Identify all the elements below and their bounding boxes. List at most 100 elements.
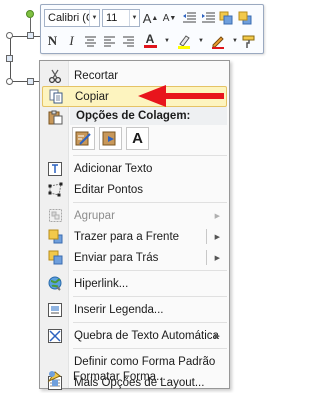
split-separator [206,250,207,265]
menu-label: Formatar Forma... [73,370,166,383]
mini-toolbar: Calibri (C ▼ 11 ▼ A▲ A▼ N I [40,4,264,54]
edit-points-icon [42,179,68,200]
menu-item-group[interactable]: Agrupar ▶ [42,205,227,226]
chevron-down-icon[interactable]: ▼ [163,32,171,50]
menu-separator [73,202,227,203]
chevron-down-icon[interactable]: ▼ [197,32,205,50]
align-left-icon [104,36,115,46]
menu-label: Copiar [75,90,109,103]
menu-separator [73,348,227,349]
font-color-swatch [143,45,157,48]
menu-item-bring-to-front[interactable]: Trazer para a Frente ▶ [42,226,227,247]
submenu-arrow-icon[interactable]: ▶ [215,254,220,262]
submenu-arrow-icon: ▶ [214,332,220,340]
menu-item-format-shape[interactable]: Formatar Forma... [41,366,227,387]
menu-label: Inserir Legenda... [74,303,164,316]
paste-options-header: Opções de Colagem: [70,107,227,125]
align-right-button[interactable] [120,32,137,50]
menu-item-cut[interactable]: Recortar [42,65,227,86]
scissors-icon [42,65,68,86]
bold-icon: N [47,33,58,48]
font-name-combo[interactable]: Calibri (C ▼ [44,9,100,27]
paste-keep-text-only-button[interactable]: A [126,127,149,150]
submenu-arrow-icon: ▶ [214,212,220,220]
clipboard-icon [42,107,68,127]
paste-options: A [72,127,149,150]
shrink-font-icon: A [162,12,170,24]
paste-keep-source-button[interactable] [99,127,122,150]
menu-separator [73,270,227,271]
font-name-value: Calibri (C [48,12,89,24]
paintbrush-icon [242,35,255,48]
split-separator [206,229,207,244]
menu-label: Recortar [74,69,119,82]
resize-handle[interactable] [27,32,34,39]
highlight-button[interactable] [173,32,195,50]
align-center-button[interactable] [82,32,99,50]
rotation-handle[interactable] [26,10,34,18]
menu-separator [73,155,227,156]
context-menu: Recortar Copiar Opções de Colagem: A Adi… [39,60,230,390]
chevron-down-icon[interactable]: ▼ [231,32,239,50]
copy-icon [43,86,69,107]
font-size-combo[interactable]: 11 ▼ [102,9,140,27]
resize-handle[interactable] [6,55,13,62]
paste-destination-theme-icon [75,131,91,146]
wrap-text-icon [42,325,68,346]
bring-to-front-icon [42,226,68,247]
menu-label: Enviar para Trás [74,251,159,264]
menu-item-wrap-text[interactable]: Quebra de Texto Automática ▶ [42,325,227,346]
menu-label: Adicionar Texto [74,162,153,175]
grow-font-button[interactable]: A ▲ [142,9,159,27]
format-shape-icon [41,366,67,387]
increase-indent-icon [201,12,215,23]
chevron-down-icon[interactable]: ▼ [89,10,99,26]
send-backward-button[interactable] [237,9,254,27]
grow-font-icon: A [142,10,152,26]
bring-forward-button[interactable] [218,9,235,27]
menu-item-edit-points[interactable]: Editar Pontos [42,179,227,200]
shape-outline-button[interactable] [207,32,229,50]
menu-label: Hiperlink... [74,277,129,290]
menu-label: Trazer para a Frente [74,230,180,243]
format-painter-button[interactable] [241,32,258,50]
text-only-icon: A [132,130,143,147]
add-text-icon [42,158,68,179]
chevron-down-icon[interactable]: ▼ [129,10,139,26]
align-left-button[interactable] [101,32,118,50]
highlighter-icon [178,34,190,49]
resize-handle[interactable] [6,78,13,85]
submenu-arrow-icon[interactable]: ▶ [215,233,220,241]
send-backward-icon [238,11,252,25]
italic-button[interactable]: I [63,32,80,50]
increase-indent-button[interactable] [199,9,216,27]
group-icon [42,205,68,226]
shrink-font-button[interactable]: A ▼ [161,9,178,27]
insert-caption-icon [42,299,68,320]
menu-item-send-to-back[interactable]: Enviar para Trás ▶ [42,247,227,268]
paste-use-destination-button[interactable] [72,127,95,150]
align-center-icon [85,36,96,46]
menu-separator [73,322,227,323]
send-to-back-icon [42,247,68,268]
align-right-icon [123,36,134,46]
paste-source-format-icon [102,131,116,146]
font-color-button[interactable]: A [139,32,161,50]
menu-label: Editar Pontos [74,183,144,196]
menu-item-insert-caption[interactable]: Inserir Legenda... [42,299,227,320]
hyperlink-globe-icon [42,273,68,294]
font-size-value: 11 [106,12,118,24]
menu-label: Agrupar [74,209,115,222]
menu-separator [73,296,227,297]
bring-forward-icon [219,11,233,25]
resize-handle[interactable] [6,32,13,39]
pencil-icon [212,35,224,49]
menu-label: Quebra de Texto Automática [74,329,219,342]
decrease-indent-icon [182,12,196,23]
bold-button[interactable]: N [44,32,61,50]
resize-handle[interactable] [27,78,34,85]
decrease-indent-button[interactable] [180,9,197,27]
menu-item-hyperlink[interactable]: Hiperlink... [42,273,227,294]
menu-item-add-text[interactable]: Adicionar Texto [42,158,227,179]
annotation-arrow-icon [138,85,224,107]
